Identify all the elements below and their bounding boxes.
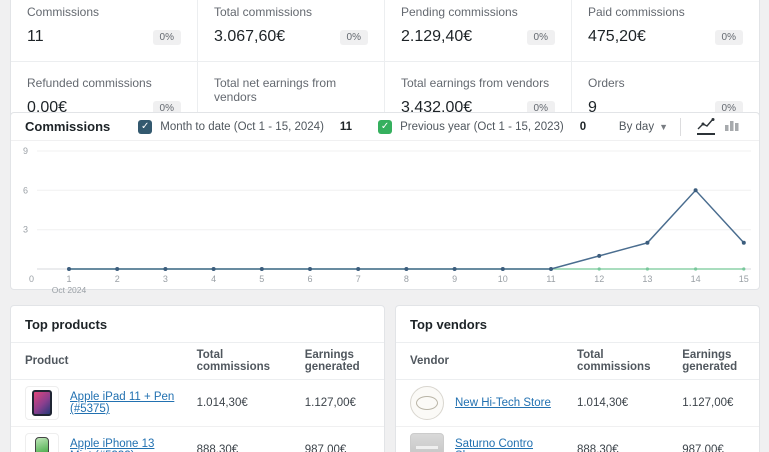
table-row: New Hi-Tech Store 1.014,30€1.127,00€ — [396, 380, 759, 427]
stat-card: Commissions 11 0% — [11, 0, 198, 62]
earnings-generated-cell: 987,00€ — [668, 427, 759, 452]
bar-chart-icon — [724, 118, 740, 131]
svg-text:7: 7 — [356, 274, 361, 284]
svg-text:6: 6 — [23, 185, 28, 195]
stat-card: Paid commissions 475,20€ 0% — [572, 0, 759, 62]
product-image — [25, 386, 59, 420]
line-chart-icon — [697, 118, 715, 131]
total-commissions-cell: 888,30€ — [183, 427, 291, 452]
checkbox-checked-icon: ✓ — [378, 120, 392, 134]
table-row: Apple iPad 11 + Pen (#5375) 1.014,30€1.12… — [11, 380, 384, 427]
stat-label: Orders — [588, 76, 743, 90]
product-link[interactable]: Apple iPhone 13 Mint (#5333) — [70, 438, 175, 452]
vendor-logo — [410, 386, 444, 420]
svg-text:Oct 2024: Oct 2024 — [52, 285, 87, 295]
svg-text:10: 10 — [498, 274, 508, 284]
svg-text:5: 5 — [259, 274, 264, 284]
stat-value: 11 — [27, 28, 44, 46]
stat-value: 475,20€ — [588, 28, 646, 46]
svg-text:11: 11 — [546, 274, 555, 284]
product-link[interactable]: Apple iPad 11 + Pen (#5375) — [70, 391, 175, 415]
svg-text:6: 6 — [307, 274, 312, 284]
svg-text:9: 9 — [452, 274, 457, 284]
svg-text:9: 9 — [23, 146, 28, 156]
svg-text:3: 3 — [163, 274, 168, 284]
legend-label: Month to date (Oct 1 - 15, 2024) — [160, 121, 324, 133]
stat-label: Total net earnings from vendors — [214, 76, 368, 104]
column-header: Product — [11, 343, 183, 380]
chevron-down-icon: ▼ — [659, 122, 668, 132]
column-header: Total commissions — [563, 343, 668, 380]
chart-controls: By day ▼ — [619, 116, 745, 137]
vendor-link[interactable]: New Hi-Tech Store — [455, 397, 551, 409]
top-products-title: Top products — [11, 306, 384, 342]
stat-value: 2.129,40€ — [401, 28, 472, 46]
earnings-generated-cell: 1.127,00€ — [291, 380, 384, 427]
svg-text:8: 8 — [404, 274, 409, 284]
svg-text:14: 14 — [691, 274, 701, 284]
stat-label: Pending commissions — [401, 5, 555, 19]
stat-value: 3.067,60€ — [214, 28, 285, 46]
total-commissions-cell: 1.014,30€ — [563, 380, 668, 427]
top-products-table: ProductTotal commissionsEarnings generat… — [11, 342, 384, 452]
chart-title: Commissions — [25, 119, 110, 134]
earnings-generated-cell: 987,00€ — [291, 427, 384, 452]
top-vendors-table: VendorTotal commissionsEarnings generate… — [396, 342, 759, 452]
stat-card: Pending commissions 2.129,40€ 0% — [385, 0, 572, 62]
stat-label: Total earnings from vendors — [401, 76, 555, 90]
stat-label: Paid commissions — [588, 5, 743, 19]
table-row: Apple iPhone 13 Mint (#5333) 888,30€987,0… — [11, 427, 384, 452]
stat-label: Refunded commissions — [27, 76, 181, 90]
total-commissions-cell: 1.014,30€ — [183, 380, 291, 427]
legend-label: Previous year (Oct 1 - 15, 2023) — [400, 121, 564, 133]
stat-label: Total commissions — [214, 5, 368, 19]
stat-change-badge: 0% — [715, 30, 743, 45]
legend-toggle-previous[interactable]: ✓ Previous year (Oct 1 - 15, 2023) — [378, 120, 564, 134]
vendor-link[interactable]: Saturno Contro Shop — [455, 438, 555, 452]
top-products-card: Top products ProductTotal commissionsEar… — [10, 305, 385, 452]
legend-count: 11 — [340, 121, 352, 133]
svg-text:15: 15 — [739, 274, 749, 284]
legend-toggle-current[interactable]: ✓ Month to date (Oct 1 - 15, 2024) — [138, 120, 324, 134]
svg-text:13: 13 — [642, 274, 652, 284]
svg-text:4: 4 — [211, 274, 216, 284]
product-image — [25, 433, 59, 452]
commissions-chart-card: Commissions ✓ Month to date (Oct 1 - 15, … — [10, 112, 760, 290]
table-row: Saturno Contro Shop 888,30€987,00€ — [396, 427, 759, 452]
legend-count: 0 — [580, 121, 586, 133]
column-header: Total commissions — [183, 343, 291, 380]
interval-select[interactable]: By day ▼ — [619, 121, 668, 133]
chart-legend: ✓ Month to date (Oct 1 - 15, 2024) 11 ✓ Prev… — [138, 120, 612, 134]
svg-text:12: 12 — [594, 274, 604, 284]
svg-text:2: 2 — [115, 274, 120, 284]
svg-text:3: 3 — [23, 225, 28, 235]
interval-label: By day — [619, 121, 654, 133]
earnings-generated-cell: 1.127,00€ — [668, 380, 759, 427]
stat-card: Total commissions 3.067,60€ 0% — [198, 0, 385, 62]
line-chart-toggle[interactable] — [693, 116, 719, 137]
checkbox-checked-icon: ✓ — [138, 120, 152, 134]
chart-header: Commissions ✓ Month to date (Oct 1 - 15, … — [11, 113, 759, 141]
vendor-logo — [410, 433, 444, 452]
column-header: Earnings generated — [668, 343, 759, 380]
commissions-line-chart: 3690123456789101112131415Oct 2024 — [11, 141, 759, 298]
column-header: Earnings generated — [291, 343, 384, 380]
stat-label: Commissions — [27, 5, 181, 19]
column-header: Vendor — [396, 343, 563, 380]
stat-change-badge: 0% — [527, 30, 555, 45]
bar-chart-toggle[interactable] — [719, 116, 745, 137]
stat-change-badge: 0% — [153, 30, 181, 45]
svg-text:1: 1 — [66, 274, 71, 284]
top-vendors-title: Top vendors — [396, 306, 759, 342]
divider — [680, 118, 681, 136]
total-commissions-cell: 888,30€ — [563, 427, 668, 452]
top-vendors-card: Top vendors VendorTotal commissionsEarni… — [395, 305, 760, 452]
stat-change-badge: 0% — [340, 30, 368, 45]
svg-text:0: 0 — [29, 274, 34, 284]
